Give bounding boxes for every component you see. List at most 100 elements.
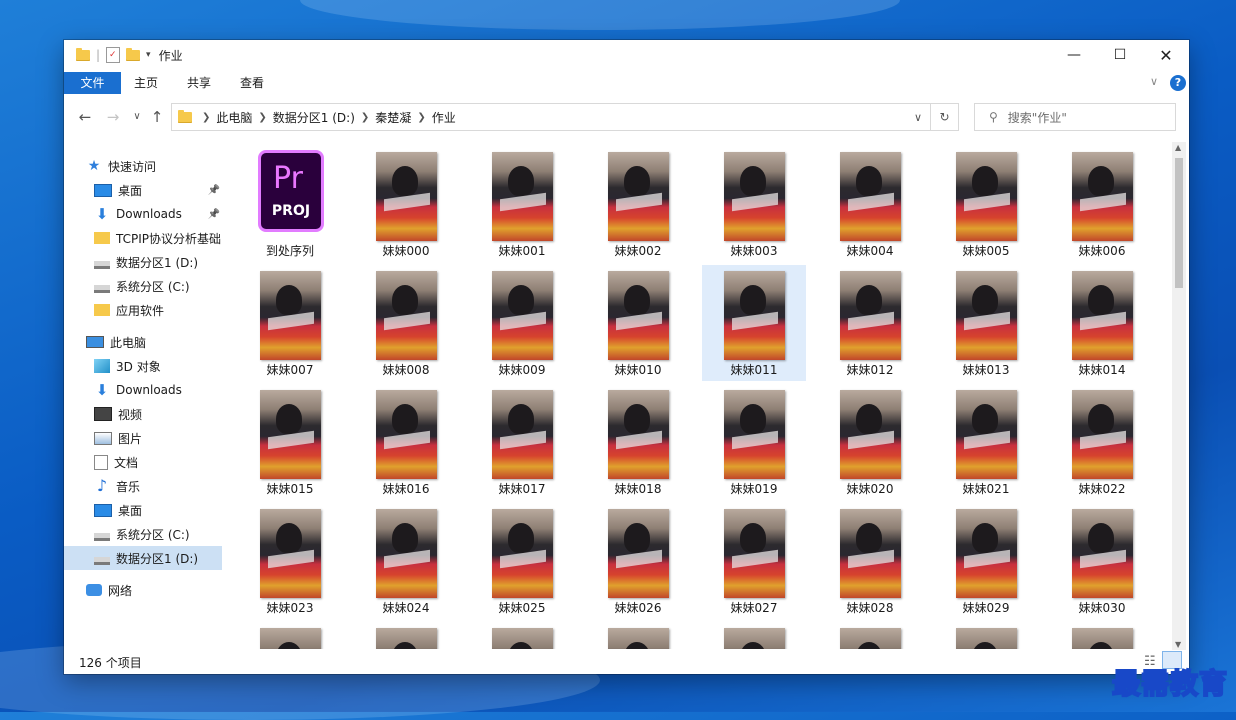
video-file-tile[interactable]: 妹妹014 bbox=[1050, 265, 1154, 381]
file-name: 妹妹016 bbox=[382, 482, 430, 496]
video-file-tile[interactable]: 妹妹027 bbox=[702, 503, 806, 619]
video-file-tile[interactable]: 妹妹022 bbox=[1050, 384, 1154, 500]
properties-icon[interactable]: ✓ bbox=[106, 47, 121, 63]
nav-item[interactable]: ♪ 音乐 bbox=[64, 474, 222, 498]
refresh-button[interactable]: ↻ bbox=[931, 103, 959, 131]
file-name: 妹妹015 bbox=[266, 482, 314, 496]
video-file-tile[interactable]: 妹妹028 bbox=[818, 503, 922, 619]
nav-item[interactable]: 此电脑 bbox=[64, 330, 222, 354]
nav-item[interactable]: 数据分区1 (D:) bbox=[64, 250, 222, 274]
recent-chevron-icon[interactable]: ∨ bbox=[126, 106, 148, 128]
nav-item[interactable]: 应用软件 bbox=[64, 298, 222, 322]
breadcrumb-chevron-icon[interactable]: ❯ bbox=[258, 112, 266, 123]
video-file-tile[interactable]: 妹妹021 bbox=[934, 384, 1038, 500]
breadcrumb-chevron-icon[interactable]: ❯ bbox=[202, 112, 210, 123]
video-file-tile[interactable]: 妹妹007 bbox=[238, 265, 342, 381]
video-file-tile[interactable]: 妹妹012 bbox=[818, 265, 922, 381]
tab-view[interactable]: 查看 bbox=[232, 72, 272, 94]
nav-item[interactable]: 数据分区1 (D:) bbox=[64, 546, 222, 570]
scroll-up-icon[interactable]: ▲ bbox=[1175, 143, 1181, 152]
video-file-tile[interactable]: 妹妹015 bbox=[238, 384, 342, 500]
nav-item[interactable]: 图片 bbox=[64, 426, 222, 450]
up-arrow-icon[interactable]: ↑ bbox=[146, 106, 168, 128]
tab-file[interactable]: 文件 bbox=[64, 72, 121, 94]
premiere-icon-ext: PROJ bbox=[271, 203, 311, 219]
video-file-tile[interactable]: 妹妹016 bbox=[354, 384, 458, 500]
video-file-tile[interactable]: 妹妹019 bbox=[702, 384, 806, 500]
tab-share[interactable]: 共享 bbox=[179, 72, 219, 94]
search-box[interactable]: ⚲ 搜索"作业" bbox=[974, 103, 1176, 131]
help-icon[interactable]: ? bbox=[1170, 75, 1186, 91]
close-button[interactable]: ✕ bbox=[1143, 40, 1189, 70]
video-file-tile[interactable]: 妹妹006 bbox=[1050, 146, 1154, 262]
video-file-tile[interactable]: 妹妹004 bbox=[818, 146, 922, 262]
nav-item[interactable]: ★ 快速访问 bbox=[64, 154, 222, 178]
address-history-chevron-icon[interactable]: ∨ bbox=[914, 111, 922, 124]
address-bar[interactable]: ❯ 此电脑 ❯ 数据分区1 (D:) ❯ 秦楚凝 ❯ 作业 ∨ bbox=[171, 103, 931, 131]
search-input[interactable]: 搜索"作业" bbox=[1008, 109, 1067, 126]
video-file-tile[interactable]: 妹妹023 bbox=[238, 503, 342, 619]
breadcrumb-user-folder[interactable]: 秦楚凝 bbox=[375, 109, 411, 126]
scrollbar-thumb[interactable] bbox=[1175, 158, 1183, 288]
back-arrow-icon[interactable]: ← bbox=[74, 106, 96, 128]
video-file-tile[interactable] bbox=[1050, 622, 1154, 649]
video-file-tile[interactable]: 妹妹000 bbox=[354, 146, 458, 262]
video-file-tile[interactable]: 妹妹013 bbox=[934, 265, 1038, 381]
video-file-tile[interactable]: 妹妹024 bbox=[354, 503, 458, 619]
minimize-button[interactable]: — bbox=[1051, 40, 1097, 70]
video-file-tile[interactable]: 妹妹025 bbox=[470, 503, 574, 619]
breadcrumb-current[interactable]: 作业 bbox=[432, 109, 456, 126]
customize-chevron-icon[interactable]: ▾ bbox=[146, 50, 151, 60]
nav-item[interactable]: 文档 bbox=[64, 450, 222, 474]
video-file-tile[interactable] bbox=[586, 622, 690, 649]
new-folder-icon[interactable] bbox=[126, 47, 141, 61]
nav-item[interactable]: 系统分区 (C:) bbox=[64, 522, 222, 546]
video-file-tile[interactable] bbox=[470, 622, 574, 649]
nav-item-label: 系统分区 (C:) bbox=[116, 279, 190, 294]
video-file-tile[interactable]: 妹妹026 bbox=[586, 503, 690, 619]
video-file-tile[interactable]: 妹妹005 bbox=[934, 146, 1038, 262]
nav-item[interactable]: 系统分区 (C:) bbox=[64, 274, 222, 298]
video-file-tile[interactable]: 妹妹001 bbox=[470, 146, 574, 262]
video-file-tile[interactable] bbox=[354, 622, 458, 649]
video-file-tile[interactable]: 妹妹017 bbox=[470, 384, 574, 500]
nav-item[interactable]: ⬇ Downloads bbox=[64, 378, 222, 402]
video-file-tile[interactable]: 妹妹010 bbox=[586, 265, 690, 381]
video-file-tile[interactable]: 妹妹011 bbox=[702, 265, 806, 381]
video-thumbnail bbox=[376, 152, 437, 241]
nav-item[interactable]: 桌面 📌 bbox=[64, 178, 222, 202]
video-file-tile[interactable] bbox=[934, 622, 1038, 649]
video-file-tile[interactable]: 妹妹008 bbox=[354, 265, 458, 381]
scroll-down-icon[interactable]: ▼ bbox=[1175, 640, 1181, 649]
video-file-tile[interactable]: 妹妹003 bbox=[702, 146, 806, 262]
forward-arrow-icon[interactable]: → bbox=[102, 106, 124, 128]
vertical-scrollbar[interactable]: ▲ ▼ bbox=[1172, 142, 1186, 650]
video-file-tile[interactable] bbox=[238, 622, 342, 649]
video-thumbnail bbox=[956, 271, 1017, 360]
file-name: 妹妹012 bbox=[846, 363, 894, 377]
ribbon-expand-chevron-icon[interactable]: ∨ bbox=[1150, 75, 1158, 88]
breadcrumb-chevron-icon[interactable]: ❯ bbox=[417, 112, 425, 123]
video-file-tile[interactable]: 妹妹029 bbox=[934, 503, 1038, 619]
nav-item[interactable]: 网络 bbox=[64, 578, 222, 602]
project-file-tile[interactable]: Pr PROJ 到处序列 bbox=[238, 146, 342, 262]
nav-item[interactable]: 3D 对象 bbox=[64, 354, 222, 378]
breadcrumb-drive-d[interactable]: 数据分区1 (D:) bbox=[273, 109, 355, 126]
video-file-tile[interactable] bbox=[818, 622, 922, 649]
breadcrumb-this-pc[interactable]: 此电脑 bbox=[216, 109, 252, 126]
video-file-tile[interactable] bbox=[702, 622, 806, 649]
video-file-tile[interactable]: 妹妹009 bbox=[470, 265, 574, 381]
video-file-tile[interactable]: 妹妹018 bbox=[586, 384, 690, 500]
video-thumbnail bbox=[724, 152, 785, 241]
video-file-tile[interactable]: 妹妹002 bbox=[586, 146, 690, 262]
nav-item[interactable]: 桌面 bbox=[64, 498, 222, 522]
file-name: 妹妹026 bbox=[614, 601, 662, 615]
tab-home[interactable]: 主页 bbox=[126, 72, 166, 94]
video-file-tile[interactable]: 妹妹030 bbox=[1050, 503, 1154, 619]
nav-item[interactable]: 视频 bbox=[64, 402, 222, 426]
nav-item[interactable]: ⬇ Downloads 📌 bbox=[64, 202, 222, 226]
video-file-tile[interactable]: 妹妹020 bbox=[818, 384, 922, 500]
nav-item[interactable]: TCPIP协议分析基础 bbox=[64, 226, 222, 250]
breadcrumb-chevron-icon[interactable]: ❯ bbox=[361, 112, 369, 123]
maximize-button[interactable]: ☐ bbox=[1097, 40, 1143, 70]
